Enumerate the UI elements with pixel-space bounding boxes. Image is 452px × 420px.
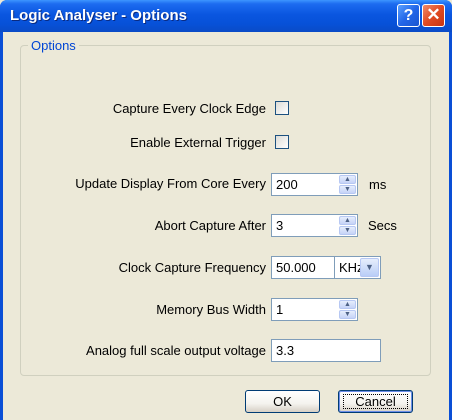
memory-bus-width-stepper[interactable]: 1 ▲ ▼ — [271, 298, 358, 321]
spin-up-icon[interactable]: ▲ — [339, 300, 356, 309]
update-display-spin: ▲ ▼ — [339, 175, 356, 194]
spin-up-icon[interactable]: ▲ — [339, 175, 356, 184]
cancel-button[interactable]: Cancel — [338, 390, 413, 413]
memory-bus-width-value: 1 — [276, 302, 284, 317]
clock-capture-frequency-label: Clock Capture Frequency — [118, 260, 266, 275]
memory-bus-width-spin: ▲ ▼ — [339, 300, 356, 319]
window-title: Logic Analyser - Options — [10, 7, 187, 24]
analog-full-scale-input[interactable]: 3.3 — [271, 339, 381, 362]
analog-full-scale-value: 3.3 — [276, 343, 295, 358]
update-display-label: Update Display From Core Every — [75, 176, 266, 191]
abort-capture-unit: Secs — [368, 218, 397, 233]
spin-down-icon[interactable]: ▼ — [339, 310, 356, 319]
abort-capture-label: Abort Capture After — [154, 218, 266, 233]
update-display-value: 200 — [276, 177, 298, 192]
focus-rectangle — [343, 394, 408, 409]
help-button[interactable]: ? — [397, 4, 420, 27]
spin-down-icon[interactable]: ▼ — [339, 226, 356, 235]
memory-bus-width-label: Memory Bus Width — [156, 302, 266, 317]
abort-capture-stepper[interactable]: 3 ▲ ▼ — [271, 214, 358, 237]
clock-capture-frequency-value: 50.000 — [276, 260, 316, 275]
options-group-label: Options — [28, 38, 79, 53]
chevron-down-icon[interactable]: ▼ — [360, 258, 379, 277]
spin-up-icon[interactable]: ▲ — [339, 216, 356, 225]
title-bar[interactable]: Logic Analyser - Options ? ✕ — [0, 0, 452, 32]
enable-external-trigger-checkbox[interactable] — [275, 135, 289, 149]
update-display-unit: ms — [369, 177, 387, 192]
spin-down-icon[interactable]: ▼ — [339, 185, 356, 194]
abort-capture-value: 3 — [276, 218, 284, 233]
close-button[interactable]: ✕ — [422, 4, 445, 27]
clock-capture-frequency-input[interactable]: 50.000 — [271, 256, 335, 279]
abort-capture-spin: ▲ ▼ — [339, 216, 356, 235]
close-icon: ✕ — [426, 5, 441, 24]
update-display-stepper[interactable]: 200 ▲ ▼ — [271, 173, 358, 196]
help-icon: ? — [403, 7, 414, 24]
frequency-unit-select[interactable]: KHz ▼ — [334, 256, 381, 279]
ok-button[interactable]: OK — [245, 390, 320, 413]
enable-external-trigger-label: Enable External Trigger — [130, 135, 266, 150]
options-groupbox — [20, 45, 431, 376]
capture-every-clock-edge-checkbox[interactable] — [275, 101, 289, 115]
analog-full-scale-label: Analog full scale output voltage — [86, 343, 266, 358]
capture-every-clock-edge-label: Capture Every Clock Edge — [112, 101, 266, 116]
